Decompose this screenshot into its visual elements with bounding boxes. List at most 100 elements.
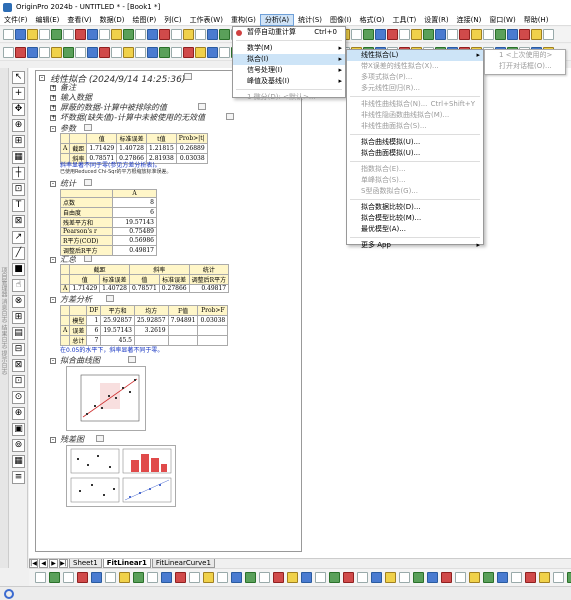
residual-plot-section[interactable]: 残差图 [60,434,84,445]
tool-icon[interactable]: ≡ [12,471,25,484]
format-button-icon[interactable] [133,572,144,583]
tool-icon[interactable]: ⊚ [12,439,25,452]
section-dropdown[interactable] [96,435,104,442]
fit-curve-thumbnail[interactable] [66,366,146,431]
menu_analysis-item-4[interactable]: 峰值及基线(I) ▸ [233,76,345,87]
format-button-icon[interactable] [175,572,186,583]
format-button-icon[interactable] [119,572,130,583]
sheet-nav-button[interactable]: ◀ [39,559,48,568]
toolbar-button-icon[interactable] [15,46,26,58]
tool-icon[interactable]: ▦ [12,151,25,164]
format-button-icon[interactable] [231,572,242,583]
tool-icon[interactable]: ⊙ [12,391,25,404]
menu-10[interactable]: 图像(I) [326,14,356,26]
toolbar-button-icon[interactable] [471,29,482,40]
menu_fit-item-3[interactable]: 多元线性回归(R)... [347,83,483,94]
toolbar-button-icon[interactable] [207,46,218,58]
format-button-icon[interactable] [427,572,438,583]
format-button-icon[interactable] [511,572,522,583]
menu_fit-item-10[interactable]: 单峰拟合(S)... [347,175,483,186]
toolbar-button-icon[interactable] [351,29,362,40]
tool-icon[interactable]: + [12,87,25,100]
tool-icon[interactable]: ⊡ [12,375,25,388]
menu_fit-item-11[interactable]: S型函数拟合(G)... [347,186,483,197]
collapse-toggle[interactable]: - [39,75,45,81]
toolbar-button-icon[interactable] [483,29,494,40]
menu-1[interactable]: 编辑(E) [32,14,64,26]
menu-9[interactable]: 统计(S) [294,14,326,26]
toolbar-button-icon[interactable] [183,46,194,58]
collapse-toggle[interactable]: - [50,358,56,364]
docked-panels-strip[interactable]: 项目管理器 消息日志 结果日志 提示日志 [0,68,9,568]
tool-icon[interactable]: ⊗ [12,295,25,308]
menu-14[interactable]: 连接(N) [453,14,486,26]
toolbar-button-icon[interactable] [363,29,374,40]
report-options-dropdown[interactable] [184,73,192,80]
format-button-icon[interactable] [91,572,102,583]
toolbar-button-icon[interactable] [99,46,110,58]
residual-plots-thumbnail[interactable] [66,445,176,507]
stats-section[interactable]: 统计 [60,178,76,189]
menu_linear-item-1[interactable]: 打开对话框(O)... [485,61,565,72]
collapse-toggle[interactable]: - [50,126,56,132]
menu-2[interactable]: 查看(V) [63,14,95,26]
format-button-icon[interactable] [413,572,424,583]
toolbar-button-icon[interactable] [135,29,146,40]
toolbar-button-icon[interactable] [27,29,38,40]
format-button-icon[interactable] [77,572,88,583]
section-dropdown[interactable] [84,179,92,186]
format-button-icon[interactable] [553,572,564,583]
menu_analysis-item-5[interactable]: 1 微分(D): <默认>... [233,92,345,103]
toolbar-button-icon[interactable] [171,29,182,40]
toolbar-button-icon[interactable] [39,46,50,58]
format-button-icon[interactable] [469,572,480,583]
bad-data-section[interactable]: 坏数据(缺失值)-计算中未被使用的无效值 [60,112,205,123]
tool-icon[interactable]: ┼ [12,167,25,180]
format-button-icon[interactable] [259,572,270,583]
menu-8[interactable]: 分析(A) [259,13,295,26]
toolbar-button-icon[interactable] [195,46,206,58]
format-button-icon[interactable] [539,572,550,583]
menu-6[interactable]: 工作表(W) [186,14,227,26]
format-button-icon[interactable] [441,572,452,583]
menu_fit-item-2[interactable]: 多项式拟合(P)... [347,72,483,83]
menu_fit-item-9[interactable]: 指数拟合(E)... [347,164,483,175]
format-button-icon[interactable] [161,572,172,583]
toolbar-button-icon[interactable] [183,29,194,40]
toolbar-button-icon[interactable] [159,46,170,58]
section-dropdown[interactable] [84,124,92,131]
sheet-nav-button[interactable]: |◀ [29,559,38,568]
tool-icon[interactable]: ↖ [12,71,25,84]
toolbar-button-icon[interactable] [111,46,122,58]
menu_fit-item-1[interactable]: 带X误差的线性拟合(X)... [347,61,483,72]
format-button-icon[interactable] [147,572,158,583]
toolbar-button-icon[interactable] [399,29,410,40]
menu_analysis-item-0[interactable]: 暂停自动重计算 Ctrl+0 [233,27,345,38]
toolbar-button-icon[interactable] [171,46,182,58]
toolbar-button-icon[interactable] [219,29,230,40]
section-dropdown[interactable] [106,295,114,302]
menu_fit-item-15[interactable]: 更多 App ▸ [347,240,483,251]
toolbar-button-icon[interactable] [447,29,458,40]
format-button-icon[interactable] [49,572,60,583]
format-button-icon[interactable] [273,572,284,583]
tool-icon[interactable]: ■ [12,263,25,276]
tool-icon[interactable]: ⊡ [12,183,25,196]
toolbar-button-icon[interactable] [75,29,86,40]
format-button-icon[interactable] [343,572,354,583]
menu-13[interactable]: 设置(R) [420,14,452,26]
toolbar-button-icon[interactable] [3,29,14,40]
toolbar-button-icon[interactable] [87,29,98,40]
tool-icon[interactable]: ⊕ [12,407,25,420]
menu-3[interactable]: 数据(D) [96,14,129,26]
tool-icon[interactable]: ⊞ [12,311,25,324]
format-button-icon[interactable] [329,572,340,583]
section-dropdown[interactable] [84,255,92,262]
format-button-icon[interactable] [315,572,326,583]
expand-toggle[interactable]: + [50,85,56,91]
toolbar-button-icon[interactable] [15,29,26,40]
format-button-icon[interactable] [455,572,466,583]
toolbar-button-icon[interactable] [135,46,146,58]
menu_fit-item-6[interactable]: 非线性曲面拟合(S)... [347,121,483,132]
toolbar-button-icon[interactable] [51,46,62,58]
